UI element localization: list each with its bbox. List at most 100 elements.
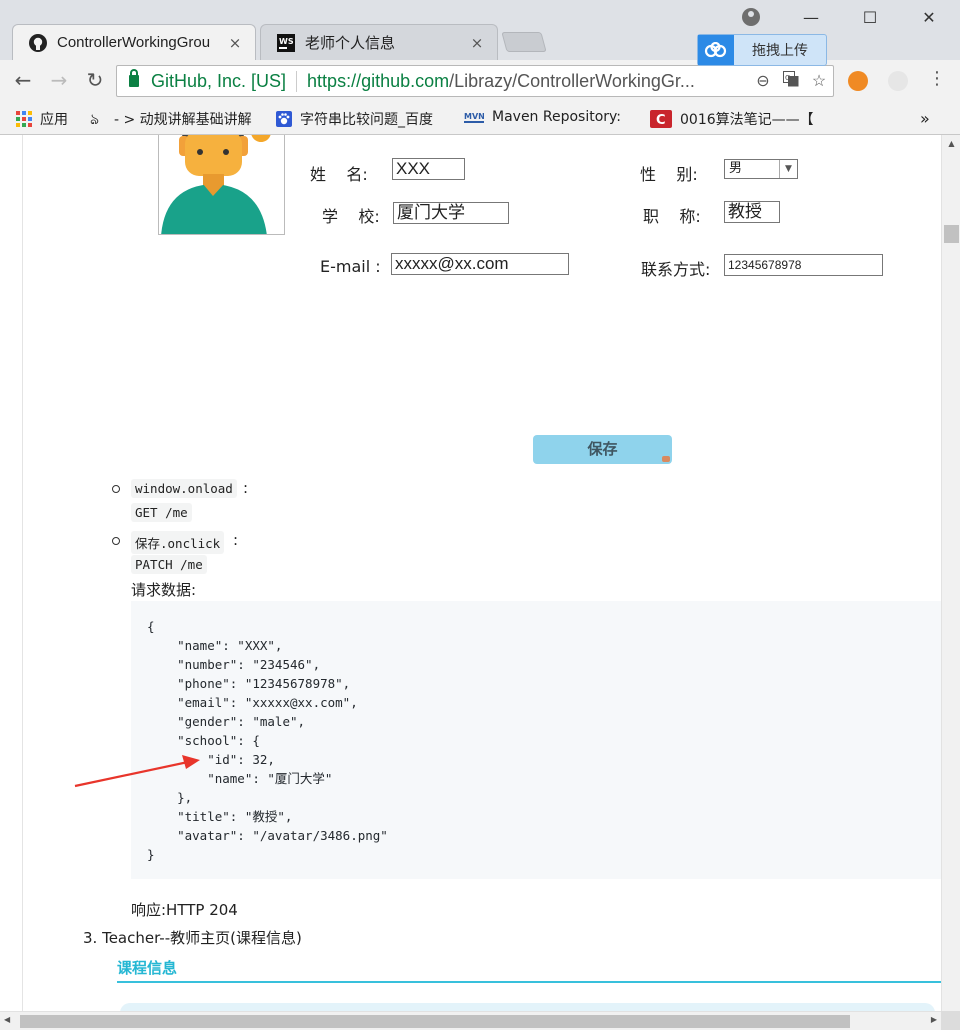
vertical-scrollbar[interactable]: ▲ (941, 135, 960, 1011)
url-text[interactable]: https://github.com/Librazy/ControllerWor… (307, 71, 749, 92)
bookmark-maven[interactable]: MVN Maven Repository: (464, 109, 621, 125)
extension-orange-icon[interactable] (848, 71, 868, 91)
section-heading-item-3: 3. Teacher--教师主页(课程信息) (83, 929, 302, 947)
code-line: "title": "教授", (147, 809, 293, 824)
star-icon[interactable]: ☆ (805, 71, 833, 91)
title-label: 职 称: (643, 207, 701, 226)
teacher-avatar-illustration (161, 135, 271, 234)
gender-label: 性 别: (640, 165, 698, 184)
school-label: 学 校: (322, 207, 380, 226)
tab-github[interactable]: ControllerWorkingGrou × (12, 24, 256, 60)
gender-select-value: 男 (729, 161, 743, 176)
content-left-border (22, 135, 23, 1011)
code-line: "gender": "male", (147, 714, 306, 729)
minimize-button[interactable]: — (796, 8, 826, 27)
avatar[interactable] (158, 135, 285, 235)
baidu-paw-icon (276, 111, 292, 127)
csdn-icon: C (650, 110, 672, 128)
scroll-left-arrow-icon[interactable]: ◀ (4, 1015, 10, 1024)
colon-text: : (243, 479, 249, 497)
code-line: "number": "234546", (147, 657, 321, 672)
bookmark-apps[interactable]: 应用 (16, 109, 68, 129)
code-line: { (147, 619, 155, 634)
lock-icon (129, 69, 139, 87)
upload-button[interactable]: 拖拽上传 (697, 34, 827, 66)
inline-code-get: GET /me (131, 503, 192, 522)
save-button-label: 保存 (587, 440, 618, 458)
reload-icon[interactable]: ↻ (82, 68, 108, 92)
svg-text:G: G (785, 74, 790, 82)
code-line: "email": "xxxxx@xx.com", (147, 695, 358, 710)
maximize-button[interactable]: ☐ (855, 8, 885, 27)
upload-label: 拖拽上传 (752, 43, 808, 59)
section-divider (117, 981, 941, 983)
translate-icon[interactable]: G (777, 70, 805, 92)
request-data-label: 请求数据: (131, 581, 197, 599)
window-close-button[interactable]: ✕ (914, 8, 944, 27)
close-icon[interactable]: × (467, 34, 487, 52)
close-icon[interactable]: × (225, 34, 245, 52)
response-label: 响应:HTTP 204 (131, 901, 238, 919)
code-line: } (147, 847, 155, 862)
title-field[interactable]: 教授 (724, 201, 780, 223)
resize-corner-icon (662, 456, 670, 462)
school-field[interactable]: 厦门大学 (393, 202, 509, 224)
inline-code-patch: PATCH /me (131, 555, 207, 574)
horizontal-scroll-thumb[interactable] (20, 1015, 850, 1028)
code-line: "avatar": "/avatar/3486.png" (147, 828, 388, 843)
name-label: 姓 名: (310, 165, 368, 184)
url-path: /Librazy/ControllerWorkingGr... (449, 70, 695, 91)
scroll-up-arrow-icon[interactable]: ▲ (942, 139, 960, 148)
code-block: { "name": "XXX", "number": "234546", "ph… (131, 601, 941, 879)
colon-text: : (233, 531, 239, 549)
bookmark-csdn[interactable]: C 0016算法笔记——【 (650, 109, 814, 129)
tab-teacher-info[interactable]: WS 老师个人信息 × (260, 24, 498, 60)
apps-grid-icon (16, 111, 32, 127)
course-panel (120, 1003, 935, 1011)
svg-text:WS: WS (279, 37, 294, 46)
new-tab-button[interactable] (501, 32, 547, 52)
bookmark-label: Maven Repository: (492, 109, 622, 125)
email-label: E-mail : (320, 257, 381, 276)
gender-select[interactable]: 男 ▼ (724, 159, 798, 179)
horizontal-scrollbar[interactable]: ◀ ▶ (0, 1011, 941, 1030)
save-button[interactable]: 保存 (533, 435, 672, 464)
maven-icon: MVN (464, 109, 485, 125)
secure-origin-label: GitHub, Inc. [US] (151, 70, 298, 92)
svg-text:C: C (656, 113, 666, 128)
zoom-icon[interactable]: ⊖ (749, 71, 777, 91)
list-bullet (112, 537, 120, 545)
code-line: "phone": "12345678978", (147, 676, 351, 691)
vertical-scroll-thumb[interactable] (944, 225, 959, 243)
name-field[interactable]: XXX (392, 158, 465, 180)
bookmark-label: 应用 (40, 112, 68, 128)
bookmark-baidu[interactable]: 字符串比较问题_百度 (276, 109, 433, 129)
code-line: }, (147, 790, 193, 805)
github-icon (29, 33, 47, 52)
bookmarks-bar: 应用 ঌ - > 动规讲解基础讲解 字符串比较问题_百度 MVN Maven R… (0, 102, 960, 135)
menu-kebab-icon[interactable]: ⋮ (924, 68, 950, 89)
email-field[interactable]: xxxxx@xx.com (391, 253, 569, 275)
url-host: https://github.com (307, 70, 450, 91)
profile-icon[interactable] (742, 8, 760, 26)
cloud-icon (698, 35, 734, 65)
bookmarks-more-button[interactable]: » (920, 109, 930, 128)
bookmark-label: 0016算法笔记——【 (680, 112, 814, 128)
tab-title: 老师个人信息 (305, 35, 396, 52)
forward-arrow-icon[interactable]: → (46, 68, 72, 92)
bookmark-icon: ঌ (90, 110, 100, 128)
scrollbar-corner (941, 1011, 960, 1030)
bookmark-label: - > 动规讲解基础讲解 (114, 112, 252, 128)
code-line: "name": "XXX", (147, 638, 283, 653)
bookmark-label: 字符串比较问题_百度 (300, 112, 433, 128)
address-bar[interactable]: GitHub, Inc. [US] https://github.com/Lib… (116, 65, 834, 97)
tab-title: ControllerWorkingGrou (57, 34, 211, 51)
scroll-right-arrow-icon[interactable]: ▶ (931, 1015, 937, 1024)
bookmark-dp[interactable]: ঌ - > 动规讲解基础讲解 (90, 109, 252, 129)
red-annotation-arrow-icon (74, 755, 200, 788)
back-arrow-icon[interactable]: ← (10, 68, 36, 92)
inline-code-onclick: 保存.onclick (131, 531, 225, 554)
extension-gray-icon[interactable] (888, 71, 908, 91)
phone-field[interactable]: 12345678978 (724, 254, 883, 276)
phone-label: 联系方式: (641, 260, 711, 279)
